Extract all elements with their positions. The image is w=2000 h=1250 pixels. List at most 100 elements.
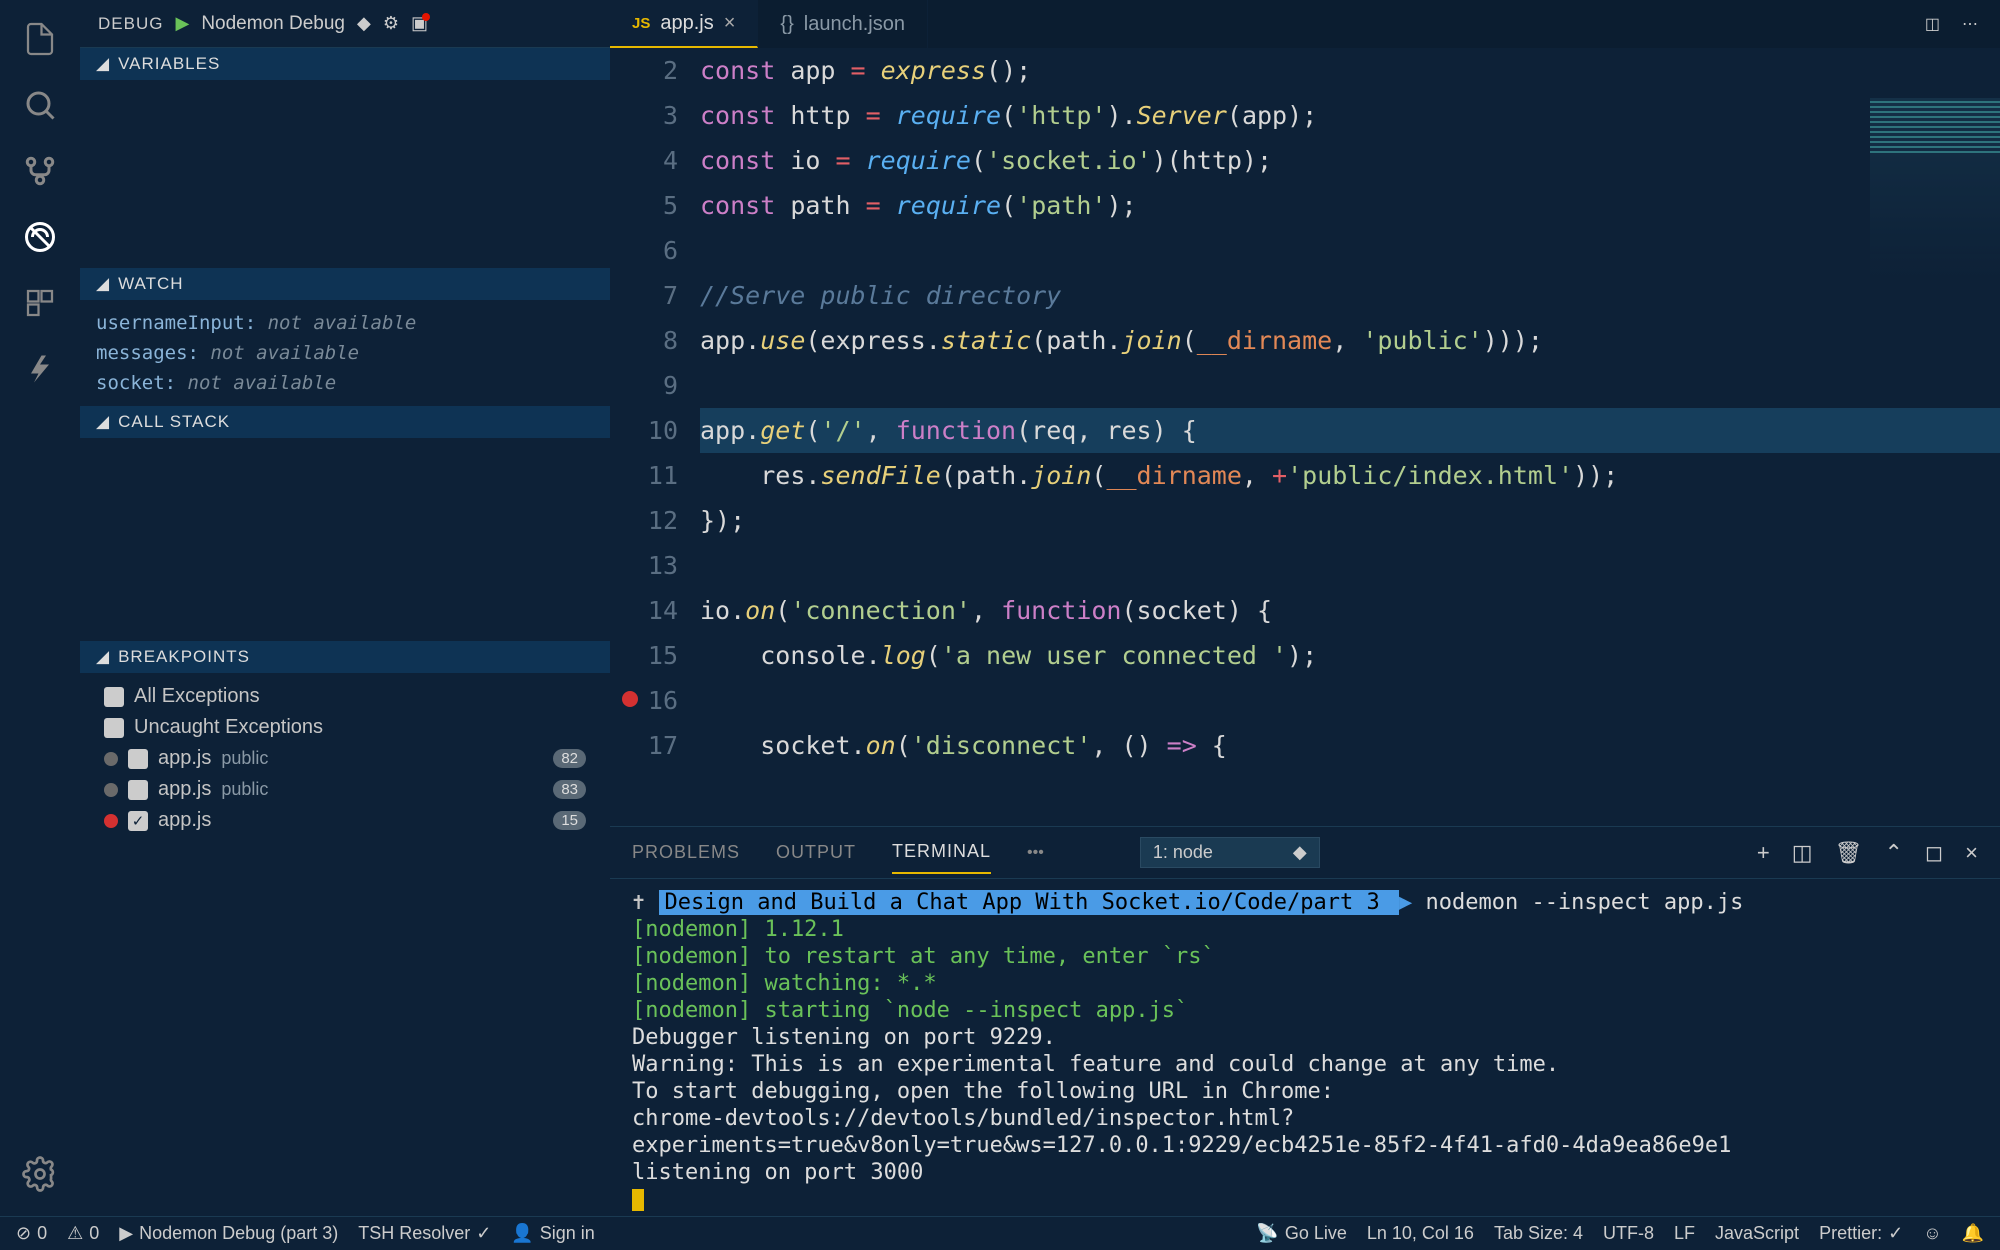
terminal-line: listening on port 3000 <box>632 1159 1978 1186</box>
js-file-icon: JS <box>632 15 650 32</box>
code-line[interactable]: res.sendFile(path.join(__dirname, +'publ… <box>700 453 2000 498</box>
code-line[interactable]: app.use(express.static(path.join(__dirna… <box>700 318 2000 363</box>
code-line[interactable] <box>700 228 2000 273</box>
terminal-line: [nodemon] starting `node --inspect app.j… <box>632 997 1978 1024</box>
sb-signin[interactable]: 👤Sign in <box>511 1223 594 1244</box>
extensions-icon[interactable] <box>16 279 64 327</box>
bottom-panel: PROBLEMS OUTPUT TERMINAL ••• 1: node◆ + … <box>610 826 2000 1216</box>
sb-warnings[interactable]: ⚠0 <box>67 1223 99 1244</box>
breakpoint-dot-icon <box>104 814 118 828</box>
code-line[interactable] <box>700 678 2000 723</box>
terminal-line: chrome-devtools://devtools/bundled/inspe… <box>632 1105 1978 1159</box>
checkbox-icon[interactable] <box>128 780 148 800</box>
terminal-cursor <box>632 1189 644 1211</box>
maximize-panel-icon[interactable]: ◻ <box>1925 840 1943 866</box>
debug-sidebar: DEBUG ▶ Nodemon Debug ◆ ⚙ ▣ ◢VARIABLES ◢… <box>80 0 610 1216</box>
terminal[interactable]: ✝ Design and Build a Chat App With Socke… <box>610 879 2000 1216</box>
debug-toolbar: DEBUG ▶ Nodemon Debug ◆ ⚙ ▣ <box>80 0 610 48</box>
code-line[interactable]: const app = express(); <box>700 48 2000 93</box>
sb-lang[interactable]: JavaScript <box>1715 1223 1799 1244</box>
sb-tabsize[interactable]: Tab Size: 4 <box>1494 1223 1583 1244</box>
minimap[interactable] <box>1870 98 2000 278</box>
checkbox-icon[interactable] <box>104 718 124 738</box>
tab-launch-json[interactable]: {} launch.json <box>758 0 928 48</box>
sb-resolver[interactable]: TSH Resolver✓ <box>358 1223 491 1244</box>
code-line[interactable]: //Serve public directory <box>700 273 2000 318</box>
panel-problems[interactable]: PROBLEMS <box>632 832 740 873</box>
search-icon[interactable] <box>16 81 64 129</box>
code-line[interactable]: const http = require('http').Server(app)… <box>700 93 2000 138</box>
more-actions-icon[interactable]: ⋯ <box>1962 14 1978 34</box>
watch-item[interactable]: messages: not available <box>96 338 594 368</box>
chevron-up-icon[interactable]: ⌃ <box>1884 840 1902 866</box>
new-terminal-icon[interactable]: + <box>1757 840 1770 866</box>
activity-bar <box>0 0 80 1216</box>
code-line[interactable]: const path = require('path'); <box>700 183 2000 228</box>
code-line[interactable]: io.on('connection', function(socket) { <box>700 588 2000 633</box>
sb-prettier[interactable]: Prettier:✓ <box>1819 1223 1903 1244</box>
watch-item[interactable]: socket: not available <box>96 368 594 398</box>
terminal-line: [nodemon] watching: *.* <box>632 970 1978 997</box>
breakpoint-dot-icon <box>104 783 118 797</box>
sb-debug[interactable]: ▶Nodemon Debug (part 3) <box>119 1223 338 1244</box>
json-file-icon: {} <box>780 13 793 36</box>
debug-settings-icon[interactable]: ⚙ <box>383 13 399 34</box>
explorer-icon[interactable] <box>16 15 64 63</box>
split-terminal-icon[interactable]: ◫ <box>1792 840 1813 866</box>
terminal-line: Warning: This is an experimental feature… <box>632 1051 1978 1078</box>
terminal-line: [nodemon] 1.12.1 <box>632 916 1978 943</box>
close-icon[interactable]: × <box>724 12 736 35</box>
code-line[interactable]: }); <box>700 498 2000 543</box>
code-line[interactable] <box>700 543 2000 588</box>
editor-tabs: JS app.js × {} launch.json ◫ ⋯ <box>610 0 2000 48</box>
breakpoint-item[interactable]: app.jspublic83 <box>96 774 594 805</box>
callstack-header[interactable]: ◢CALL STACK <box>80 406 610 438</box>
breakpoint-item[interactable]: ✓app.js15 <box>96 805 594 836</box>
trash-icon[interactable]: 🗑 <box>1835 840 1863 866</box>
more-icon[interactable]: ••• <box>1027 844 1044 862</box>
close-panel-icon[interactable]: × <box>1965 840 1978 866</box>
sb-encoding[interactable]: UTF-8 <box>1603 1223 1654 1244</box>
code-line[interactable]: app.get('/', function(req, res) { <box>700 408 2000 453</box>
breakpoint-marker[interactable] <box>622 691 638 707</box>
start-debug-icon[interactable]: ▶ <box>175 13 189 34</box>
code-line[interactable] <box>700 363 2000 408</box>
checkbox-icon[interactable] <box>128 749 148 769</box>
watch-header[interactable]: ◢WATCH <box>80 268 610 300</box>
bp-all-exceptions[interactable]: All Exceptions <box>96 681 594 712</box>
sb-golive[interactable]: 📡Go Live <box>1256 1223 1346 1244</box>
debug-config[interactable]: Nodemon Debug <box>201 13 345 35</box>
variables-header[interactable]: ◢VARIABLES <box>80 48 610 80</box>
sb-feedback-icon[interactable]: ☺ <box>1923 1223 1941 1244</box>
breakpoint-dot-icon <box>104 752 118 766</box>
breakpoints-header[interactable]: ◢BREAKPOINTS <box>80 641 610 673</box>
code-line[interactable]: socket.on('disconnect', () => { <box>700 723 2000 768</box>
split-editor-icon[interactable]: ◫ <box>1925 14 1940 34</box>
bp-uncaught-exceptions[interactable]: Uncaught Exceptions <box>96 712 594 743</box>
source-control-icon[interactable] <box>16 147 64 195</box>
code-editor[interactable]: 234567891011121314151617 const app = exp… <box>610 48 2000 826</box>
tab-app-js[interactable]: JS app.js × <box>610 0 758 48</box>
terminal-selector[interactable]: 1: node◆ <box>1140 837 1320 868</box>
breakpoint-item[interactable]: app.jspublic82 <box>96 743 594 774</box>
terminal-line: [nodemon] to restart at any time, enter … <box>632 943 1978 970</box>
checkbox-icon[interactable]: ✓ <box>128 811 148 831</box>
sb-bell-icon[interactable]: 🔔 <box>1962 1223 1984 1244</box>
checkbox-icon[interactable] <box>104 687 124 707</box>
sb-position[interactable]: Ln 10, Col 16 <box>1367 1223 1474 1244</box>
azure-icon[interactable] <box>16 345 64 393</box>
debug-icon[interactable] <box>16 213 64 261</box>
debug-console-icon[interactable]: ▣ <box>411 13 428 34</box>
panel-output[interactable]: OUTPUT <box>776 832 856 873</box>
code-line[interactable]: const io = require('socket.io')(http); <box>700 138 2000 183</box>
code-line[interactable]: console.log('a new user connected '); <box>700 633 2000 678</box>
panel-terminal[interactable]: TERMINAL <box>892 831 991 874</box>
sb-eol[interactable]: LF <box>1674 1223 1695 1244</box>
terminal-line: Debugger listening on port 9229. <box>632 1024 1978 1051</box>
debug-label: DEBUG <box>98 14 163 34</box>
status-bar: ⊘0 ⚠0 ▶Nodemon Debug (part 3) TSH Resolv… <box>0 1216 2000 1250</box>
editor-area: JS app.js × {} launch.json ◫ ⋯ 234567891… <box>610 0 2000 1216</box>
settings-gear-icon[interactable] <box>16 1150 64 1198</box>
watch-item[interactable]: usernameInput: not available <box>96 308 594 338</box>
sb-errors[interactable]: ⊘0 <box>16 1223 47 1244</box>
